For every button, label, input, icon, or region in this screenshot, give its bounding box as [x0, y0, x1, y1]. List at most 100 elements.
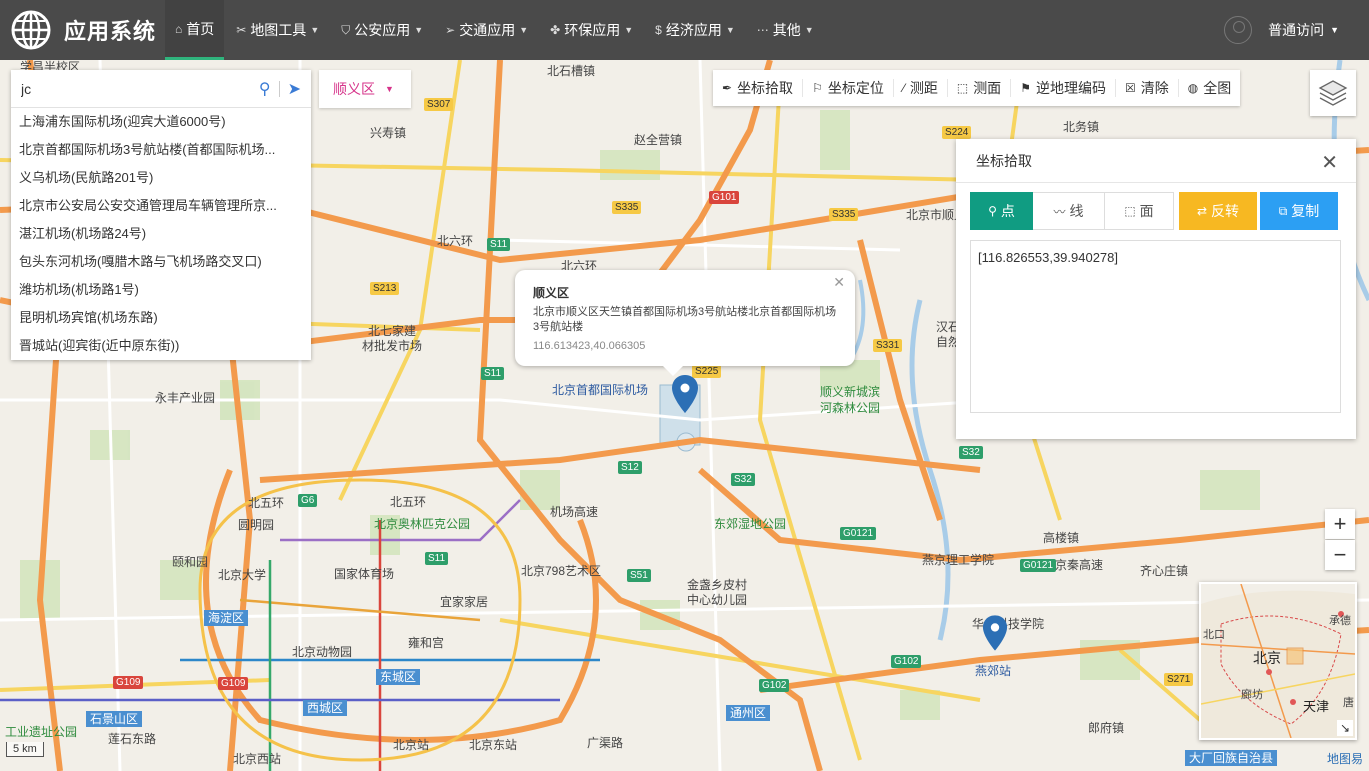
map-place-label: 郎府镇 — [1088, 721, 1125, 735]
nav-item-1[interactable]: ✂ 地图工具 ▼ — [226, 0, 329, 60]
nav-icon: ✂ — [236, 23, 247, 37]
overview-label: 天津 — [1303, 699, 1330, 714]
area-mode-button[interactable]: ⬚ 面 — [1105, 192, 1174, 230]
overview-map[interactable]: 北京 天津 承德 廊坊 唐 北口 ↘ — [1199, 582, 1357, 740]
copy-button[interactable]: ⧉ 复制 — [1260, 192, 1338, 230]
search-result-item[interactable]: 义乌机场(民航路201号) — [11, 164, 311, 192]
search-result-item[interactable]: 湛江机场(机场路24号) — [11, 220, 311, 248]
chevron-down-icon: ▼ — [310, 25, 320, 35]
nav-item-3[interactable]: ➢ 交通应用 ▼ — [435, 0, 538, 60]
coord-output[interactable] — [970, 240, 1341, 413]
divider — [278, 80, 280, 97]
road-shield: S12 — [618, 461, 642, 474]
navigate-icon[interactable]: ➤ — [288, 79, 301, 99]
user-menu[interactable]: 普通访问 ▼ — [1224, 0, 1339, 60]
point-mode-button[interactable]: ⚲ 点 — [970, 192, 1033, 230]
nav-icon: ⛉ — [341, 22, 351, 37]
map-attribution[interactable]: 地图易 — [1327, 750, 1363, 767]
app-title: 应用系统 — [64, 19, 157, 44]
tool-label: 全图 — [1203, 80, 1232, 96]
tool-button-1[interactable]: ⚐ 坐标定位 — [803, 79, 894, 97]
copy-icon: ⧉ — [1278, 203, 1288, 218]
road-shield: S224 — [942, 126, 972, 139]
district-label: 海淀区 — [204, 610, 249, 626]
nav-label: 首页 — [186, 20, 215, 37]
collapse-arrow-icon[interactable]: ↘ — [1337, 720, 1353, 736]
app-logo[interactable]: 应用系统 — [0, 9, 165, 51]
nav-item-0[interactable]: ⌂ 首页 — [165, 0, 225, 60]
road-shield: S11 — [425, 552, 449, 565]
map-place-label: 河森林公园 — [820, 401, 881, 415]
layers-button[interactable] — [1310, 70, 1356, 116]
plus-icon: + — [1333, 511, 1347, 536]
region-label: 顺义区 — [333, 81, 375, 97]
road-shield: S271 — [1164, 673, 1194, 686]
map-place-label: 北五环 — [248, 496, 285, 510]
zoom-out-button[interactable]: − — [1325, 540, 1355, 570]
nav-item-4[interactable]: ✤ 环保应用 ▼ — [540, 0, 643, 60]
tool-icon: ⚑ — [1020, 81, 1031, 95]
map-place-label: 顺义新城滨 — [820, 385, 881, 399]
reverse-button[interactable]: ⇄ 反转 — [1179, 192, 1257, 230]
nav-item-2[interactable]: ⛉ 公安应用 ▼ — [331, 0, 433, 60]
tool-icon: ⬚ — [956, 81, 969, 95]
tool-button-3[interactable]: ⬚ 测面 — [948, 79, 1012, 97]
road-shield: G0121 — [1020, 559, 1057, 572]
road-shield: G109 — [218, 677, 249, 690]
close-icon[interactable]: ✕ — [833, 274, 845, 291]
map-place-label: 北五环 — [390, 495, 427, 509]
main-nav: ⌂ 首页 ✂ 地图工具 ▼ ⛉ 公安应用 ▼ ➢ 交通应用 ▼ ✤ 环保应用 ▼ $ 经济应用 ▼ ⋯ 其他 ▼ — [165, 0, 826, 60]
overview-label: 廊坊 — [1241, 689, 1263, 701]
road-shield: S335 — [829, 208, 859, 221]
tool-label: 清除 — [1140, 80, 1169, 96]
road-shield: G101 — [709, 191, 740, 204]
nav-label: 环保应用 — [564, 22, 621, 38]
search-result-item[interactable]: 晋城站(迎宾街(近中原东街)) — [11, 332, 311, 360]
tool-button-0[interactable]: ✒ 坐标拾取 — [713, 79, 804, 97]
search-result-item[interactable]: 昆明机场宾馆(机场东路) — [11, 304, 311, 332]
search-result-item[interactable]: 潍坊机场(机场路1号) — [11, 276, 311, 304]
region-select[interactable]: 顺义区 ▼ — [319, 70, 411, 108]
chevron-down-icon: ▼ — [519, 25, 529, 35]
district-label: 大厂回族自治县 — [1185, 750, 1278, 766]
search-results: 上海浦东国际机场(迎宾大道6000号) 北京首都国际机场3号航站楼(首都国际机场.… — [11, 108, 311, 360]
tool-button-2[interactable]: ⁄ 测距 — [894, 79, 948, 97]
nav-icon: ✤ — [550, 23, 561, 37]
search-icon[interactable]: ⚲ — [259, 79, 271, 99]
search-input[interactable] — [21, 80, 253, 97]
tool-button-6[interactable]: ◍ 全图 — [1179, 79, 1240, 97]
close-icon[interactable]: ✕ — [1321, 150, 1338, 175]
location-pin-icon[interactable] — [982, 614, 1008, 652]
popup-coords: 116.613423,40.066305 — [533, 340, 646, 352]
tool-label: 测面 — [973, 80, 1002, 96]
marker-icon: ⚲ — [988, 204, 997, 218]
district-label: 东城区 — [376, 669, 421, 685]
panel-header: 坐标拾取 ✕ — [956, 139, 1356, 183]
road-shield: S213 — [370, 282, 400, 295]
nav-item-6[interactable]: ⋯ 其他 ▼ — [747, 0, 824, 60]
map-place-label: 北京首都国际机场 — [552, 383, 649, 397]
map-place-label: 齐心庄镇 — [1140, 564, 1189, 578]
road-shield: S32 — [731, 473, 755, 486]
tool-label: 坐标定位 — [827, 80, 884, 96]
search-result-item[interactable]: 包头东河机场(嘎腊木路与飞机场路交叉口) — [11, 248, 311, 276]
line-mode-button[interactable]: 〰 线 — [1033, 192, 1105, 230]
tool-button-5[interactable]: ☒ 清除 — [1116, 79, 1179, 97]
search-result-item[interactable]: 北京首都国际机场3号航站楼(首都国际机场... — [11, 136, 311, 164]
zoom-in-button[interactable]: + — [1325, 509, 1355, 539]
chevron-down-icon: ▼ — [725, 25, 735, 35]
map-place-label: 北京798艺术区 — [521, 564, 602, 578]
road-shield: S11 — [481, 367, 505, 380]
search-result-item[interactable]: 北京市公安局公安交通管理局车辆管理所京... — [11, 192, 311, 220]
location-pin-icon[interactable] — [671, 374, 699, 414]
user-label: 普通访问 — [1268, 22, 1325, 38]
map-place-label: 北京东站 — [469, 738, 518, 752]
search-bar: ⚲ ➤ — [11, 70, 311, 108]
map-place-label: 北京大学 — [218, 568, 267, 582]
nav-item-5[interactable]: $ 经济应用 ▼ — [645, 0, 745, 60]
search-result-item[interactable]: 上海浦东国际机场(迎宾大道6000号) — [11, 108, 311, 136]
info-popup: ✕ 顺义区 北京市顺义区天竺镇首都国际机场3号航站楼北京首都国际机场3号航站楼 … — [515, 270, 855, 376]
avatar[interactable] — [1224, 16, 1253, 44]
nav-icon: $ — [655, 23, 662, 37]
tool-button-4[interactable]: ⚑ 逆地理编码 — [1011, 79, 1116, 97]
